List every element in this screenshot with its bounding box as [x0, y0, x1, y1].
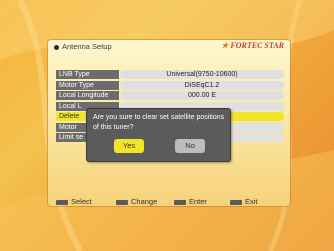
footer-change: Change: [116, 196, 157, 208]
panel-header: Antenna Setup ★ FORTEC STAR: [48, 40, 290, 56]
setting-row-lnb-type[interactable]: LNB Type Universal(9750-10600): [56, 70, 284, 80]
setting-value[interactable]: Universal(9750-10600): [120, 70, 284, 79]
bullet-icon: [54, 45, 59, 50]
no-button[interactable]: No: [175, 139, 205, 153]
footer-enter: Enter: [174, 196, 207, 208]
footer-change-label: Change: [131, 197, 158, 206]
yes-button[interactable]: Yes: [114, 139, 144, 153]
setting-value[interactable]: 000.00 E: [120, 91, 284, 100]
brand-text: FORTEC STAR: [230, 41, 284, 50]
setting-row-motor-type[interactable]: Motor Type DiSEqC1.2: [56, 80, 284, 91]
select-key-icon: [56, 199, 68, 205]
footer-key-hints: Select Change Enter Exit: [56, 196, 286, 208]
change-key-icon: [116, 199, 128, 205]
dialog-message: Are you sure to clear set satellite posi…: [93, 114, 225, 131]
setting-label: Motor Type: [56, 80, 119, 90]
page-title: Antenna Setup: [62, 42, 112, 51]
exit-key-icon: [230, 199, 242, 205]
setting-label: LNB Type: [56, 70, 119, 79]
confirm-dialog: Are you sure to clear set satellite posi…: [86, 108, 231, 162]
enter-key-icon: [174, 199, 186, 205]
footer-enter-label: Enter: [189, 197, 207, 206]
footer-exit-label: Exit: [245, 197, 258, 206]
brand-logo: ★ FORTEC STAR: [221, 41, 284, 50]
footer-select: Select: [56, 196, 92, 208]
setting-value[interactable]: DiSEqC1.2: [120, 80, 284, 90]
star-icon: ★: [221, 41, 229, 50]
setting-label: Local Longitude: [56, 91, 119, 100]
footer-exit: Exit: [230, 196, 258, 208]
footer-select-label: Select: [71, 197, 92, 206]
setting-row-local-longitude[interactable]: Local Longitude 000.00 E: [56, 91, 284, 101]
